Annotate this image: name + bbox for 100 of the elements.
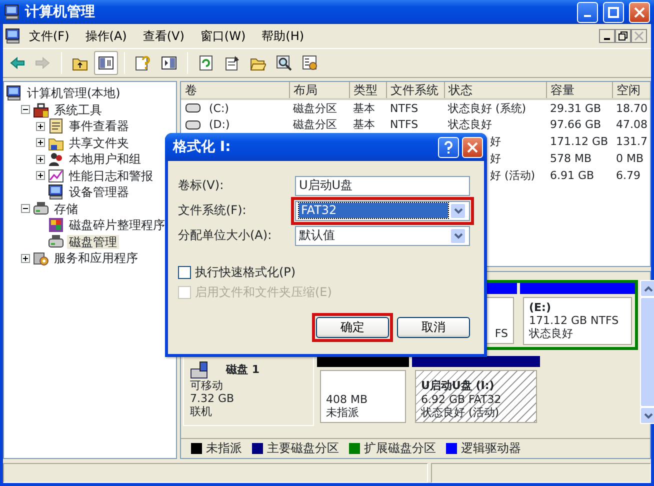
table-cell-text: 578 MB	[549, 151, 593, 168]
defrag-icon	[48, 217, 64, 234]
column-header[interactable]: 卷	[181, 82, 289, 100]
scrollbar[interactable]	[640, 280, 654, 424]
legend-label: 未指派	[206, 441, 242, 456]
chevron-down-icon	[644, 412, 653, 418]
window-title: 计算机管理	[25, 4, 96, 20]
scroll-thumb[interactable]	[640, 297, 654, 407]
menu-item[interactable]: 文件(F)	[21, 28, 78, 44]
partition-block[interactable]: (E:) 171.12 GB NTFS 状态良好	[523, 297, 632, 345]
partition-text: 状态良好	[529, 327, 574, 341]
dialog-title: 格式化 I:	[173, 138, 232, 156]
table-cell: 好	[490, 135, 501, 148]
table-cell-text: 131.7	[615, 134, 648, 150]
pane-toggle-icon	[98, 55, 114, 71]
table-cell: (C:)	[209, 102, 229, 115]
dropdown-field[interactable]: 默认值	[295, 226, 470, 246]
table-cell-text: 47.08	[615, 117, 648, 134]
menu-item[interactable]: 操作(A)	[77, 28, 135, 44]
table-cell: 18.70	[612, 99, 650, 116]
column-header[interactable]: 类型	[349, 82, 386, 100]
tree-item[interactable]: 系统工具	[52, 102, 104, 117]
maximize-icon	[608, 6, 619, 18]
partition-title: (E:)	[529, 301, 552, 314]
properties-icon	[224, 55, 240, 71]
disk-detail: 7.32 GB	[190, 392, 236, 406]
scroll-down-button[interactable]	[640, 407, 654, 424]
tree-item[interactable]: 磁盘管理	[67, 234, 119, 249]
refresh-icon	[198, 55, 214, 71]
restore-button[interactable]	[615, 29, 631, 43]
panel-icon	[161, 55, 177, 71]
partition-text: 未指派	[326, 406, 360, 419]
column-header[interactable]: 状态	[444, 82, 546, 100]
table-cell-text: 171.12 GB	[549, 134, 610, 150]
drive-icon	[185, 103, 201, 114]
table-cell-text: 6.91 GB	[549, 168, 596, 184]
tree-item[interactable]: 本地用户和组	[67, 152, 143, 166]
close-icon	[467, 142, 478, 152]
checkbox-option[interactable]: 执行快速格式化(P)	[178, 262, 474, 282]
menu-item[interactable]: 窗口(W)	[192, 28, 254, 44]
ok-button[interactable]: 确定	[316, 317, 389, 338]
table-cell: NTFS	[386, 99, 444, 116]
partition-text: 6.92 GB FAT32	[421, 392, 502, 406]
checkbox-option: 启用文件和文件夹压缩(E)	[178, 282, 474, 302]
legend-label: 扩展磁盘分区	[364, 441, 436, 456]
table-cell-text: 状态良好	[447, 117, 493, 134]
menu-item[interactable]: 查看(V)	[134, 28, 192, 44]
tree-item[interactable]: 计算机管理(本地)	[25, 86, 122, 100]
partition-text: 状态良好 (活动)	[421, 406, 500, 419]
tree-item[interactable]: 服务和应用程序	[52, 251, 140, 266]
tree-item[interactable]: 事件查看器	[67, 119, 131, 134]
partition-block[interactable]: U启动U盘 (I:) 6.92 GB FAT32 状态良好 (活动)	[415, 370, 537, 423]
chevron-down-icon	[454, 208, 462, 214]
chart-icon	[48, 168, 64, 184]
table-cell-text: 6.79	[615, 168, 642, 184]
gear-icon	[33, 250, 49, 266]
restore-icon	[618, 31, 628, 41]
table-cell: 好	[490, 152, 501, 166]
removable-drive-icon	[190, 361, 210, 379]
event-log-icon	[48, 118, 64, 134]
cancel-button[interactable]: 取消	[397, 317, 470, 338]
disk-detail: 可移动	[190, 379, 224, 392]
maximize-button[interactable]	[603, 2, 624, 22]
field-label: 文件系统(F):	[178, 203, 248, 218]
close-icon	[634, 6, 645, 18]
dropdown-field[interactable]: FAT32	[295, 200, 470, 220]
column-header[interactable]: 容量	[546, 82, 612, 100]
table-cell-text: 97.66 GB	[549, 117, 602, 134]
tree-item[interactable]: 设备管理器	[67, 185, 131, 200]
computer-icon	[4, 4, 20, 20]
toolbar-button[interactable]	[94, 51, 118, 75]
users-icon	[48, 151, 64, 168]
table-cell: 29.31 GB	[546, 99, 612, 116]
minimize-button[interactable]	[599, 29, 615, 43]
table-cell-text: 磁盘分区	[292, 117, 338, 134]
field-label: 分配单位大小(A):	[178, 228, 273, 243]
table-cell: 状态良好 (系统)	[444, 99, 546, 116]
column-header[interactable]: 布局	[289, 82, 349, 100]
tree-item[interactable]: 存储	[52, 202, 80, 216]
table-cell-text: NTFS	[389, 117, 420, 134]
minimize-icon	[604, 38, 610, 40]
scroll-up-button[interactable]	[640, 280, 654, 297]
column-header[interactable]: 文件系统	[386, 82, 444, 100]
help-icon	[135, 55, 151, 71]
field-label: 卷标(V):	[178, 178, 225, 193]
back-arrow-icon	[9, 55, 25, 71]
table-cell-text: 基本	[352, 117, 376, 134]
table-cell: 好 (活动)	[490, 169, 536, 182]
tree-item[interactable]: 共享文件夹	[67, 136, 131, 150]
tree-item[interactable]: 磁盘碎片整理程序	[67, 218, 167, 232]
help-icon	[444, 140, 453, 154]
help-button[interactable]	[438, 136, 459, 158]
menu-item[interactable]: 帮助(H)	[254, 28, 312, 44]
partition-block[interactable]: 408 MB 未指派	[320, 370, 406, 423]
tree-item[interactable]: 性能日志和警报	[67, 168, 155, 183]
drive-icon	[48, 234, 64, 250]
column-header[interactable]: 空闲	[612, 82, 650, 100]
disk-detail: 联机	[190, 405, 213, 419]
search-icon	[276, 55, 292, 71]
input-field[interactable]: U启动U盘	[295, 176, 470, 196]
